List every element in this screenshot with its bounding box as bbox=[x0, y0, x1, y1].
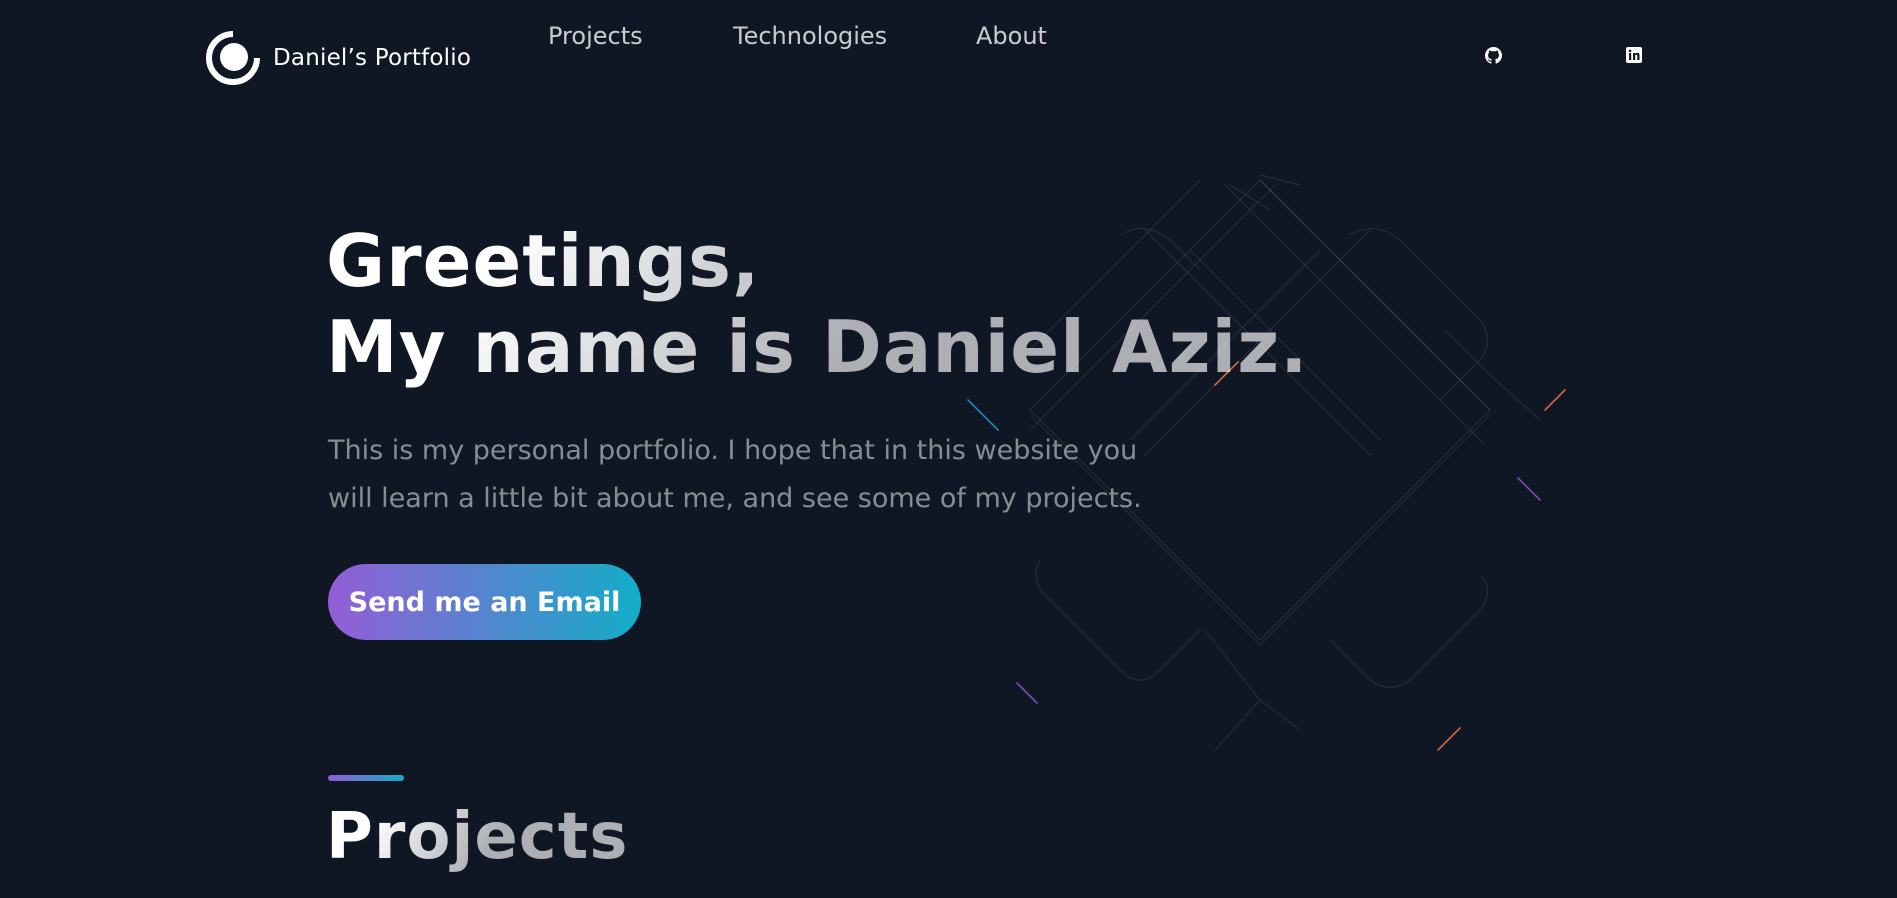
nav-link-about[interactable]: About bbox=[976, 22, 1047, 50]
nav-link-projects[interactable]: Projects bbox=[548, 22, 643, 50]
hero-title: Greetings, My name is Daniel Aziz. bbox=[326, 218, 1308, 390]
portfolio-page: Daniel’s Portfolio Projects Technologies… bbox=[0, 0, 1897, 898]
site-header: Daniel’s Portfolio Projects Technologies… bbox=[0, 0, 1897, 110]
hero-title-line2: My name is Daniel Aziz. bbox=[326, 305, 1309, 389]
section-divider bbox=[328, 775, 404, 781]
brand-name: Daniel’s Portfolio bbox=[273, 45, 472, 71]
hero-description: This is my personal portfolio. I hope th… bbox=[328, 435, 1142, 514]
nav-link-technologies[interactable]: Technologies bbox=[733, 22, 887, 50]
linkedin-link[interactable] bbox=[1623, 44, 1645, 66]
linkedin-icon bbox=[1626, 47, 1642, 63]
brand-home-link[interactable]: Daniel’s Portfolio bbox=[205, 28, 471, 88]
send-email-button[interactable]: Send me an Email bbox=[328, 564, 641, 640]
github-icon bbox=[1484, 46, 1502, 64]
hero-title-line1: Greetings, bbox=[326, 219, 761, 303]
github-link[interactable] bbox=[1482, 44, 1504, 66]
projects-section-title: Projects bbox=[326, 797, 628, 877]
portfolio-ring-logo-icon bbox=[206, 31, 260, 85]
